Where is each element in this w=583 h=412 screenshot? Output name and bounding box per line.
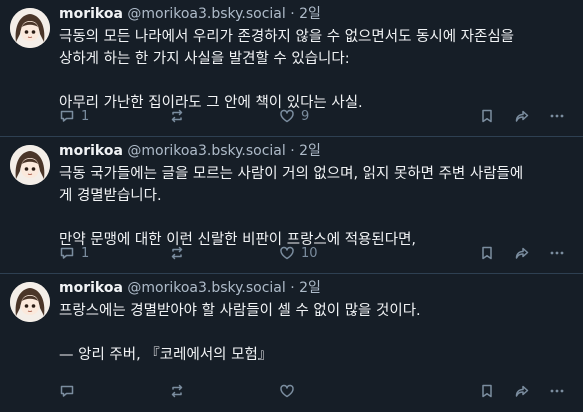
more-icon <box>549 108 565 124</box>
repost-icon <box>169 245 185 261</box>
reply-button[interactable]: 1 <box>59 245 89 261</box>
post-header: morikoa @morikoa3.bsky.social · 2일 <box>59 142 321 160</box>
post-body: 극동 국가들에는 글을 모르는 사람이 거의 없으며, 읽지 못하면 주변 사람… <box>59 163 573 251</box>
bookmark-button[interactable] <box>479 383 495 399</box>
post-actions: 1 9 <box>59 108 573 128</box>
post-text-line: 상하게 하는 한 가지 사실을 발견할 수 있습니다: <box>59 51 350 67</box>
author-handle[interactable]: @morikoa3.bsky.social <box>127 280 285 296</box>
reply-icon <box>59 108 75 124</box>
post[interactable]: morikoa @morikoa3.bsky.social · 2일 극동 국가… <box>0 137 583 274</box>
more-button[interactable] <box>549 383 565 399</box>
feed: morikoa @morikoa3.bsky.social · 2일 극동의 모… <box>0 0 583 411</box>
like-button[interactable] <box>279 383 301 399</box>
share-icon <box>514 108 530 124</box>
author-handle[interactable]: @morikoa3.bsky.social <box>127 143 285 159</box>
post-actions <box>59 383 573 403</box>
post-header: morikoa @morikoa3.bsky.social · 2일 <box>59 5 321 23</box>
post-time[interactable]: 2일 <box>299 280 321 296</box>
post-text-line: 프랑스에는 경멸받아야 할 사람들이 셀 수 없이 많을 것이다. <box>59 303 421 319</box>
avatar[interactable] <box>10 282 50 322</box>
repost-button[interactable] <box>169 383 191 399</box>
post[interactable]: morikoa @morikoa3.bsky.social · 2일 극동의 모… <box>0 0 583 137</box>
post-time[interactable]: 2일 <box>299 6 321 22</box>
bookmark-icon <box>479 108 495 124</box>
bookmark-icon <box>479 245 495 261</box>
reply-count: 1 <box>81 108 90 124</box>
like-count: 10 <box>301 245 318 261</box>
author-name[interactable]: morikoa <box>59 143 123 159</box>
avatar[interactable] <box>10 145 50 185</box>
reply-icon <box>59 383 75 399</box>
more-icon <box>549 383 565 399</box>
repost-icon <box>169 383 185 399</box>
share-button[interactable] <box>514 245 530 261</box>
share-button[interactable] <box>514 383 530 399</box>
post-text-line: 게 경멸받습니다. <box>59 188 162 204</box>
like-button[interactable]: 10 <box>279 245 318 261</box>
author-name[interactable]: morikoa <box>59 280 123 296</box>
more-button[interactable] <box>549 108 565 124</box>
like-button[interactable]: 9 <box>279 108 309 124</box>
more-icon <box>549 245 565 261</box>
share-icon <box>514 383 530 399</box>
post-time[interactable]: 2일 <box>299 143 321 159</box>
post-text-line: — 앙리 주버, 『코레에서의 모험』 <box>59 347 273 363</box>
repost-button[interactable] <box>169 108 191 124</box>
heart-icon <box>279 108 295 124</box>
separator: · <box>290 143 295 159</box>
share-icon <box>514 245 530 261</box>
heart-icon <box>279 383 295 399</box>
bookmark-button[interactable] <box>479 108 495 124</box>
separator: · <box>290 280 295 296</box>
like-count: 9 <box>301 108 310 124</box>
post-text-line: 극동 국가들에는 글을 모르는 사람이 거의 없으며, 읽지 못하면 주변 사람… <box>59 166 524 182</box>
post-actions: 1 10 <box>59 245 573 265</box>
post-body: 프랑스에는 경멸받아야 할 사람들이 셀 수 없이 많을 것이다. — 앙리 주버… <box>59 300 573 366</box>
reply-button[interactable]: 1 <box>59 108 89 124</box>
repost-button[interactable] <box>169 245 191 261</box>
share-button[interactable] <box>514 108 530 124</box>
more-button[interactable] <box>549 245 565 261</box>
separator: · <box>290 6 295 22</box>
author-handle[interactable]: @morikoa3.bsky.social <box>127 6 285 22</box>
heart-icon <box>279 245 295 261</box>
reply-count: 1 <box>81 245 90 261</box>
bookmark-icon <box>479 383 495 399</box>
avatar[interactable] <box>10 8 50 48</box>
reply-button[interactable] <box>59 383 81 399</box>
post-header: morikoa @morikoa3.bsky.social · 2일 <box>59 279 321 297</box>
author-name[interactable]: morikoa <box>59 6 123 22</box>
bookmark-button[interactable] <box>479 245 495 261</box>
post-text-line: 극동의 모든 나라에서 우리가 존경하지 않을 수 없으면서도 동시에 자존심을 <box>59 29 515 45</box>
reply-icon <box>59 245 75 261</box>
post-body: 극동의 모든 나라에서 우리가 존경하지 않을 수 없으면서도 동시에 자존심을… <box>59 26 573 114</box>
post[interactable]: morikoa @morikoa3.bsky.social · 2일 프랑스에는… <box>0 274 583 411</box>
repost-icon <box>169 108 185 124</box>
